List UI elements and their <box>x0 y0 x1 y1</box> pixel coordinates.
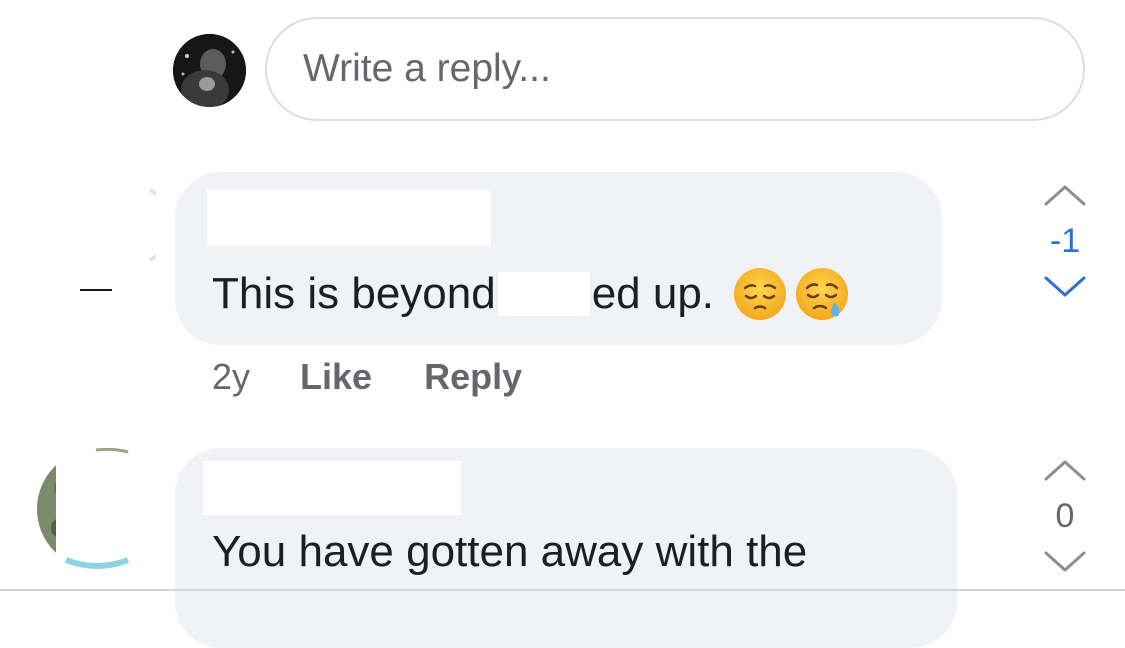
upvote-button[interactable] <box>1040 175 1090 215</box>
downvote-button[interactable] <box>1040 542 1090 582</box>
comment-text-end: ed up. <box>591 269 715 318</box>
current-user-avatar[interactable] <box>173 34 246 107</box>
comment-actions: 2y Like Reply <box>212 355 574 399</box>
redacted-word <box>497 272 590 316</box>
upvote-button[interactable] <box>1040 450 1090 490</box>
comment-bubble: You have gotten away with the <box>175 448 957 648</box>
comment-bubble: This is beyond ed up. <box>175 172 942 345</box>
comment-text-start: This is beyond <box>212 269 496 318</box>
avatar-photo <box>80 188 156 291</box>
commenter-avatar[interactable] <box>36 448 158 570</box>
avatar-photo <box>173 34 246 107</box>
chevron-down-icon <box>1044 551 1086 572</box>
vote-count: -1 <box>1049 222 1081 260</box>
comment-text: You have gotten away with the <box>212 527 808 576</box>
chevron-up-icon <box>1044 460 1086 481</box>
vote-control: -1 <box>1035 175 1095 307</box>
avatar-photo <box>37 448 158 570</box>
redacted-author-name <box>207 190 491 246</box>
commenter-avatar[interactable] <box>40 170 156 295</box>
pensive-face-icon <box>732 266 788 322</box>
vote-count: 0 <box>1055 497 1075 535</box>
comment-timestamp: 2y <box>212 356 251 397</box>
divider <box>0 589 1125 591</box>
reply-button[interactable]: Reply <box>424 356 522 398</box>
sleepy-face-icon <box>794 266 850 322</box>
vote-control: 0 <box>1035 450 1095 582</box>
redacted-author-name <box>203 461 461 515</box>
downvote-button[interactable] <box>1040 267 1090 307</box>
chevron-up-icon <box>1044 185 1086 206</box>
comment-text: This is beyond ed up. <box>212 266 850 322</box>
like-button[interactable]: Like <box>300 356 372 398</box>
chevron-down-icon <box>1044 276 1086 297</box>
reply-input[interactable] <box>265 17 1085 121</box>
